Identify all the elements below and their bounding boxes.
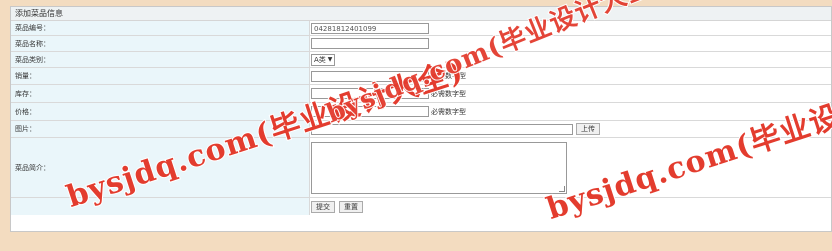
chevron-down-icon: ▼ <box>327 55 333 63</box>
category-selected-value: A类 <box>314 55 326 64</box>
field-dish-category: A类 ▼ <box>311 52 831 67</box>
description-textarea[interactable] <box>311 141 567 194</box>
price-hint: 必需数字型 <box>431 107 466 116</box>
label-sales: 销量： <box>11 68 310 84</box>
label-dish-id: 菜品编号： <box>11 21 310 35</box>
field-dish-name <box>311 36 831 51</box>
upload-button[interactable]: 上传 <box>576 123 600 135</box>
label-dish-name: 菜品名称： <box>11 36 310 51</box>
dish-id-input[interactable]: 04281812401099 <box>311 22 429 34</box>
label-stock: 库存： <box>11 85 310 102</box>
category-select[interactable]: A类 ▼ <box>311 53 336 66</box>
row-actions: 提交 重置 <box>11 198 831 215</box>
reset-button[interactable]: 重置 <box>339 200 363 213</box>
row-price: 价格： 必需数字型 <box>11 103 831 121</box>
dish-name-input[interactable] <box>311 38 429 49</box>
add-dish-form: 添加菜品信息 菜品编号： 04281812401099 菜品名称： 菜品类别： <box>10 6 832 232</box>
label-dish-category: 菜品类别： <box>11 52 310 67</box>
form-title: 添加菜品信息 <box>11 7 831 21</box>
row-dish-name: 菜品名称： <box>11 36 831 52</box>
page-stage: 添加菜品信息 菜品编号： 04281812401099 菜品名称： 菜品类别： <box>0 0 832 251</box>
submit-button[interactable]: 提交 <box>311 200 335 213</box>
label-actions <box>11 198 310 215</box>
row-dish-id: 菜品编号： 04281812401099 <box>11 21 831 36</box>
